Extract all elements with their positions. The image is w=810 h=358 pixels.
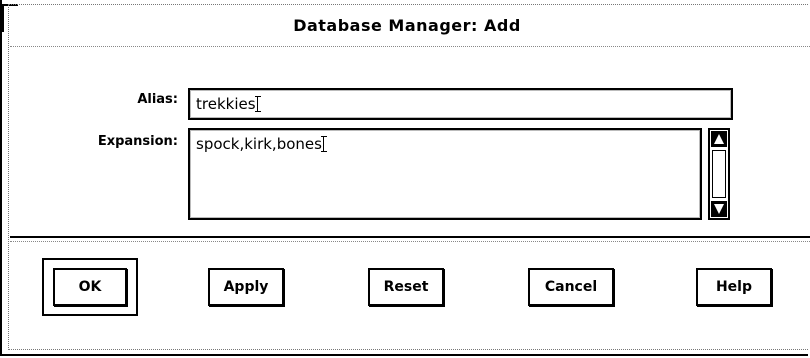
scroll-thumb[interactable] [712,150,726,198]
scroll-down-arrow-icon[interactable] [711,201,727,217]
apply-button-label: Apply [223,279,269,295]
cancel-button[interactable]: Cancel [528,258,614,316]
reset-button[interactable]: Reset [368,258,444,316]
text-cursor-icon [254,96,263,112]
button-area-divider [10,236,810,238]
ok-button[interactable]: OK [42,258,138,316]
alias-input[interactable]: trekkies [188,88,733,120]
help-button[interactable]: Help [696,258,772,316]
dialog-window: Database Manager: Add Alias: trekkies Ex… [0,0,810,356]
reset-button-label: Reset [383,279,429,295]
window-title: Database Manager: Add [293,16,521,35]
ok-button-label: OK [78,279,102,295]
help-button-label: Help [715,279,753,295]
expansion-textarea[interactable]: spock,kirk,bones [188,128,702,220]
apply-button[interactable]: Apply [208,258,284,316]
cancel-button-label: Cancel [544,279,598,295]
scroll-up-arrow-icon[interactable] [711,131,727,147]
button-area-divider-dotted [10,241,810,242]
title-divider [10,46,810,47]
expansion-label: Expansion: [97,134,178,149]
alias-label: Alias: [137,92,178,107]
expansion-value: spock,kirk,bones [196,135,322,153]
text-cursor-icon [320,136,329,152]
expansion-scrollbar[interactable] [708,128,730,220]
alias-value: trekkies [196,95,256,113]
